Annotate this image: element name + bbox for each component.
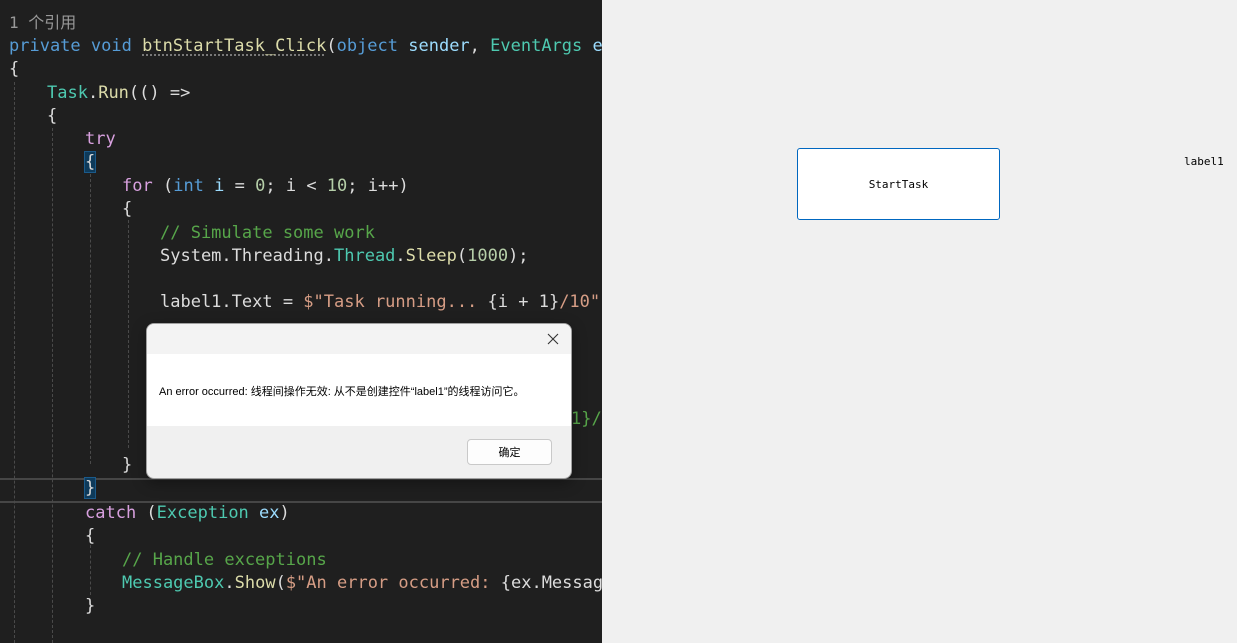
code-line-comment-handle[interactable]: // Handle exceptions	[122, 549, 327, 572]
code-line-partial[interactable]: 1}/1	[571, 408, 602, 431]
ok-button[interactable]: 确定	[467, 439, 552, 465]
code-line-label-assign[interactable]: label1.Text = $"Task running... {i + 1}/…	[160, 291, 602, 314]
indent-guide	[128, 220, 129, 448]
code-line-lambda-open[interactable]: {	[47, 105, 57, 128]
code-line-signature[interactable]: private void btnStartTask_Click(object s…	[9, 35, 602, 58]
code-line-for[interactable]: for (int i = 0; i < 10; i++)	[122, 175, 409, 198]
indent-guide	[90, 174, 91, 464]
code-line-for-close[interactable]: }	[122, 454, 132, 477]
code-line-thread-sleep[interactable]: System.Threading.Thread.Sleep(1000);	[160, 245, 529, 268]
winforms-window: StartTask label1	[602, 0, 1237, 643]
matched-brace: }	[83, 477, 97, 499]
code-line-catch-close[interactable]: }	[85, 595, 95, 618]
code-line-try-open[interactable]: {	[83, 151, 97, 174]
reference-count[interactable]: 1 个引用	[9, 13, 76, 32]
matched-brace: {	[83, 151, 97, 173]
code-line-task-run[interactable]: Task.Run(() =>	[47, 82, 190, 105]
close-icon[interactable]	[543, 330, 563, 348]
start-task-button[interactable]: StartTask	[797, 148, 1000, 220]
code-line-comment-simulate[interactable]: // Simulate some work	[160, 222, 375, 245]
error-message: An error occurred: 线程间操作无效: 从不是创建控件“labe…	[159, 386, 525, 398]
code-line-messagebox[interactable]: MessageBox.Show($"An error occurred: {ex…	[122, 572, 602, 595]
code-line-catch[interactable]: catch (Exception ex)	[85, 502, 290, 525]
code-line-references[interactable]: 1 个引用	[9, 11, 76, 34]
indent-guide	[52, 128, 53, 643]
label1-text: label1	[1184, 155, 1224, 168]
indent-guide	[14, 82, 15, 643]
code-line-open-brace[interactable]: {	[9, 58, 19, 81]
code-line-catch-open[interactable]: {	[85, 525, 95, 548]
code-editor[interactable]: 1 个引用 private void btnStartTask_Click(ob…	[0, 0, 602, 643]
code-line-for-open[interactable]: {	[122, 198, 132, 221]
code-line-try-close[interactable]: }	[83, 477, 97, 500]
error-message-box: An error occurred: 线程间操作无效: 从不是创建控件“labe…	[146, 323, 572, 479]
dialog-content: An error occurred: 线程间操作无效: 从不是创建控件“labe…	[147, 354, 571, 426]
code-line-try[interactable]: try	[85, 128, 116, 151]
method-name[interactable]: btnStartTask_Click	[142, 36, 326, 56]
dialog-titlebar[interactable]	[147, 324, 571, 354]
indent-guide	[90, 545, 91, 595]
